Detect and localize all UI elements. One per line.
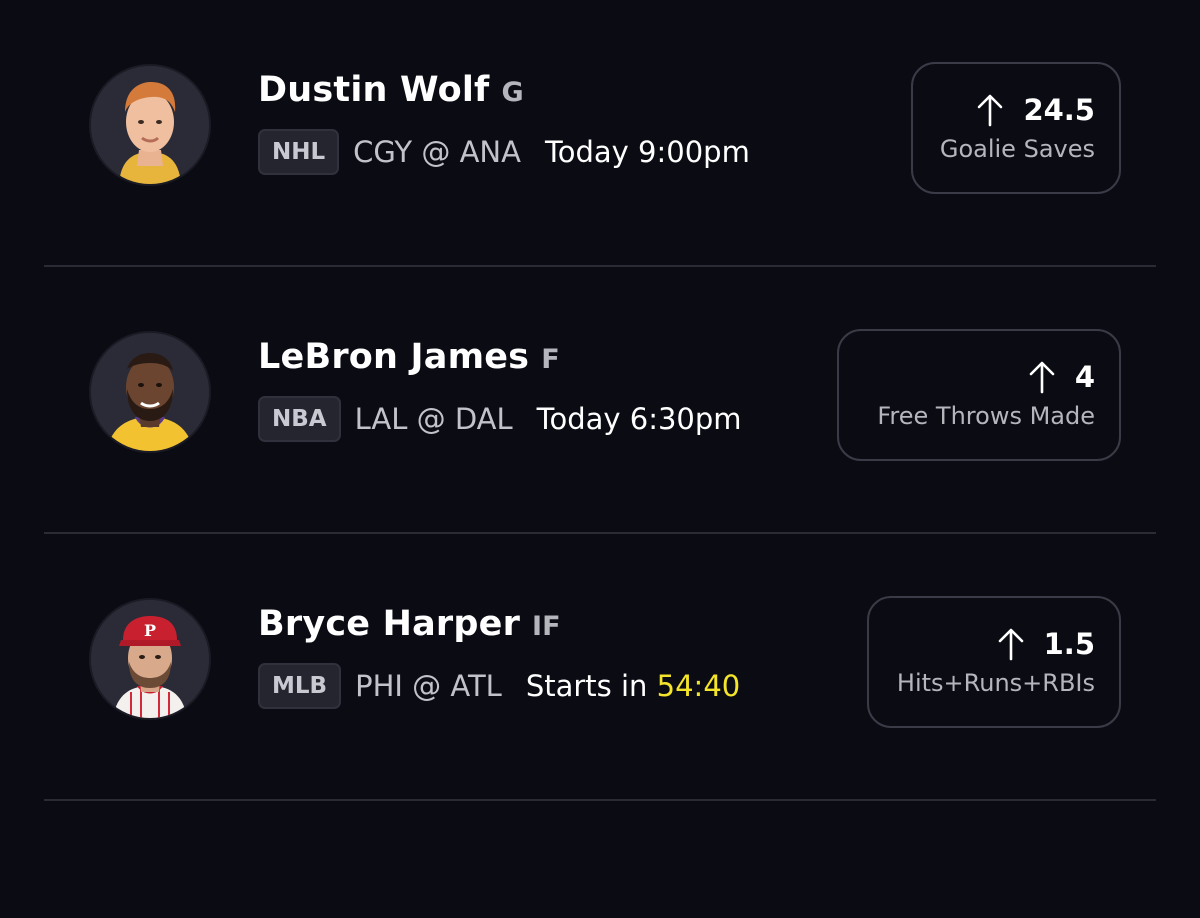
- pick-row[interactable]: Dustin Wolf G NHL CGY @ ANA Today 9:00pm…: [44, 0, 1156, 267]
- game-time: Starts in 54:40: [526, 669, 740, 703]
- line-value: 4: [1074, 360, 1095, 394]
- line-value: 24.5: [1023, 93, 1095, 127]
- stat-type: Free Throws Made: [877, 402, 1095, 430]
- player-position: IF: [532, 611, 561, 642]
- picks-list: Dustin Wolf G NHL CGY @ ANA Today 9:00pm…: [44, 0, 1156, 801]
- projection-card[interactable]: 1.5 Hits+Runs+RBIs: [867, 596, 1121, 728]
- game-time: Today 6:30pm: [537, 402, 742, 436]
- game-time-label: Starts in: [525, 669, 657, 703]
- player-name: Dustin Wolf: [258, 70, 490, 110]
- projection-card[interactable]: 4 Free Throws Made: [837, 329, 1121, 461]
- game-time: Today 9:00pm: [545, 135, 750, 169]
- arrow-up-icon: [998, 628, 1023, 661]
- matchup: LAL @ DAL: [354, 402, 513, 436]
- league-badge: MLB: [258, 663, 342, 709]
- arrow-up-icon: [1029, 361, 1055, 394]
- pick-row[interactable]: LeBron James F NBA LAL @ DAL Today 6:30p…: [44, 267, 1156, 534]
- pick-row[interactable]: P Bryce Harper IF MLB PHI @ ATL Starts i…: [44, 534, 1156, 801]
- stat-type: Hits+Runs+RBIs: [896, 669, 1095, 697]
- game-time-label: Today 9:00pm: [544, 135, 750, 169]
- arrow-up-icon: [978, 94, 1003, 127]
- countdown: 54:40: [656, 669, 741, 703]
- player-avatar: [89, 331, 211, 453]
- player-avatar: [89, 64, 211, 186]
- stat-type: Goalie Saves: [939, 135, 1095, 163]
- player-name: Bryce Harper: [258, 604, 521, 644]
- player-position: G: [501, 77, 524, 108]
- player-name: LeBron James: [258, 337, 530, 377]
- line-value: 1.5: [1043, 627, 1095, 661]
- matchup: CGY @ ANA: [353, 135, 521, 169]
- player-position: F: [541, 344, 560, 375]
- svg-text:P: P: [144, 621, 156, 640]
- league-badge: NBA: [258, 396, 341, 442]
- player-avatar: P: [89, 598, 211, 720]
- league-badge: NHL: [258, 129, 340, 175]
- matchup: PHI @ ATL: [355, 669, 502, 703]
- projection-card[interactable]: 24.5 Goalie Saves: [911, 62, 1121, 194]
- game-time-label: Today 6:30pm: [536, 402, 742, 436]
